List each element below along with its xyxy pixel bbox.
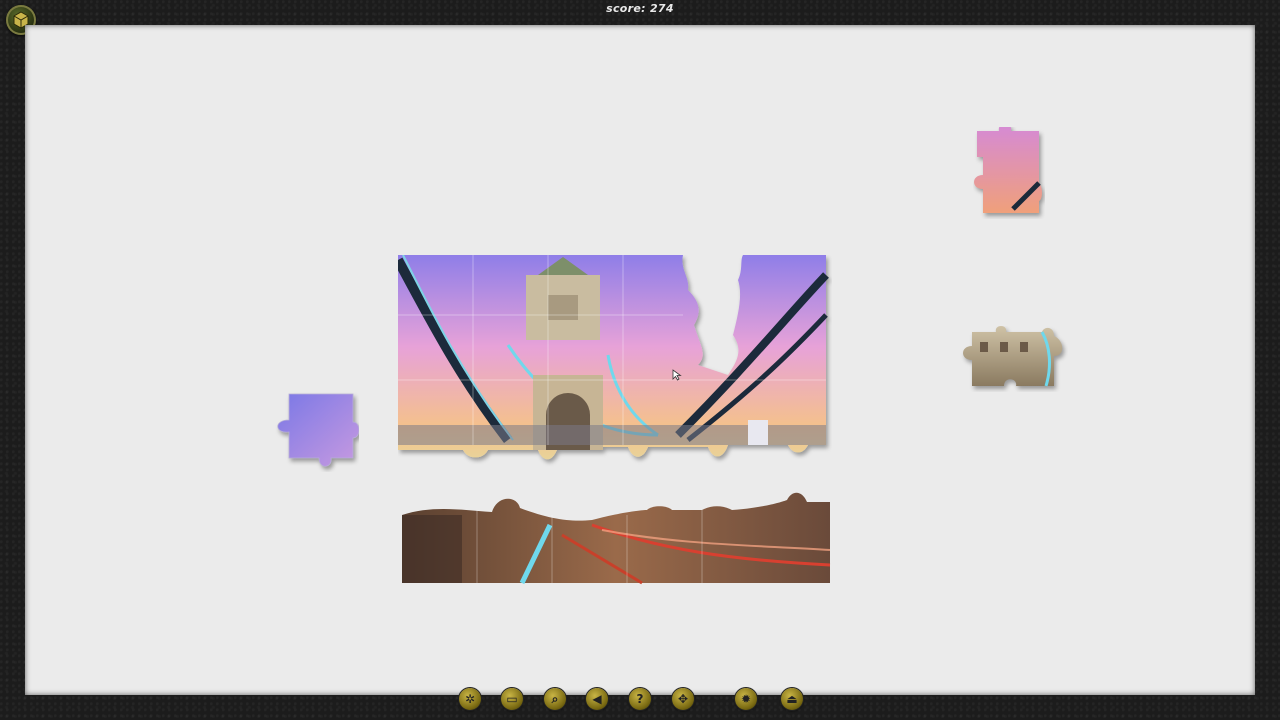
loose-piece-tower[interactable] — [960, 326, 1068, 392]
magnifier-icon: ⌕ — [551, 692, 559, 706]
assembled-puzzle-top[interactable] — [398, 255, 832, 470]
mouse-cursor-icon — [672, 366, 682, 385]
undo-button[interactable]: ◀ — [586, 688, 608, 710]
pieces-icon: ✥ — [677, 692, 689, 706]
score-label: score: 274 — [606, 2, 674, 15]
assembled-puzzle-bottom[interactable] — [402, 490, 832, 586]
loose-piece-sky-right[interactable] — [973, 127, 1045, 219]
picture-icon: ▭ — [506, 692, 518, 706]
back-arrow-icon: ◀ — [592, 692, 602, 706]
exit-button[interactable]: ⏏ — [781, 688, 803, 710]
preview-button[interactable]: ▭ — [501, 688, 523, 710]
exit-icon: ⏏ — [786, 692, 798, 706]
settings-button[interactable]: ✲ — [459, 688, 481, 710]
options-button[interactable]: ✹ — [735, 688, 757, 710]
question-icon: ? — [636, 692, 644, 706]
zoom-button[interactable]: ⌕ — [544, 688, 566, 710]
cog-icon: ✹ — [740, 692, 752, 706]
shuffle-button[interactable]: ✥ — [672, 688, 694, 710]
loose-piece-sky-left[interactable] — [273, 392, 359, 472]
gear-icon: ✲ — [464, 692, 476, 706]
top-bar: score: 274 — [0, 0, 1280, 24]
help-button[interactable]: ? — [629, 688, 651, 710]
bottom-toolbar: ✲ ▭ ⌕ ◀ ? ✥ ✹ ⏏ — [0, 686, 1280, 720]
